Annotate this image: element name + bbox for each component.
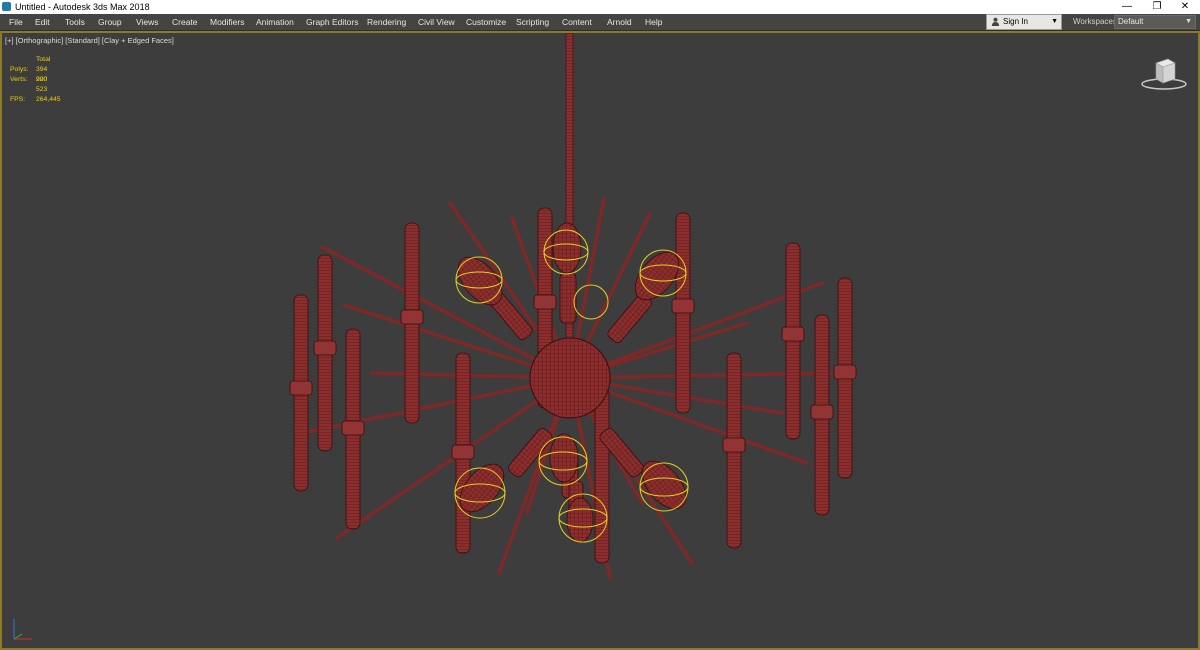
menu-arnold[interactable]: Arnold [607,14,632,30]
minimize-button[interactable]: — [1112,0,1142,14]
menu-tools[interactable]: Tools [65,14,85,30]
polys-label: Polys: [10,66,29,73]
menu-edit[interactable]: Edit [35,14,50,30]
sign-in-label: Sign In [1003,17,1028,26]
fps-label: FPS: [10,96,26,103]
title-bar: Untitled - Autodesk 3ds Max 2018 — ❐ ✕ [0,0,1200,14]
fps-value: 264,445 [36,96,61,103]
chandelier-model[interactable] [2,33,1198,648]
menu-civil-view[interactable]: Civil View [418,14,455,30]
menu-rendering[interactable]: Rendering [367,14,406,30]
menu-content[interactable]: Content [562,14,592,30]
restore-button[interactable]: ❐ [1142,0,1172,14]
window-title: Untitled - Autodesk 3ds Max 2018 [15,2,150,12]
menu-animation[interactable]: Animation [256,14,294,30]
perspective-viewport[interactable]: [+] [Orthographic] [Standard] [Clay + Ed… [0,31,1200,650]
chevron-down-icon: ▼ [1051,18,1058,25]
viewport-label[interactable]: [+] [Orthographic] [Standard] [Clay + Ed… [5,36,174,46]
menu-views[interactable]: Views [136,14,159,30]
viewcube-icon[interactable] [1139,53,1189,93]
workspaces-value: Default [1118,17,1144,26]
menu-create[interactable]: Create [172,14,198,30]
menu-scripting[interactable]: Scripting [516,14,549,30]
menu-customize[interactable]: Customize [466,14,506,30]
workspaces-label: Workspaces: [1073,17,1120,26]
workspaces-select[interactable]: Default ▼ [1114,15,1196,29]
menu-modifiers[interactable]: Modifiers [210,14,244,30]
axis-gizmo-icon [13,619,32,640]
sign-in-dropdown[interactable]: Sign In ▼ [986,14,1062,30]
chevron-down-icon: ▼ [1185,18,1192,25]
menu-file[interactable]: File [9,14,23,30]
stats-header: Total [36,56,51,63]
app-icon [2,2,11,11]
close-button[interactable]: ✕ [1170,0,1200,14]
menu-help[interactable]: Help [645,14,662,30]
menu-group[interactable]: Group [98,14,122,30]
verts-value: 200 523 [36,76,48,93]
menu-graph-editors[interactable]: Graph Editors [306,14,358,30]
verts-label: Verts: [10,76,28,83]
user-icon [991,17,1000,26]
